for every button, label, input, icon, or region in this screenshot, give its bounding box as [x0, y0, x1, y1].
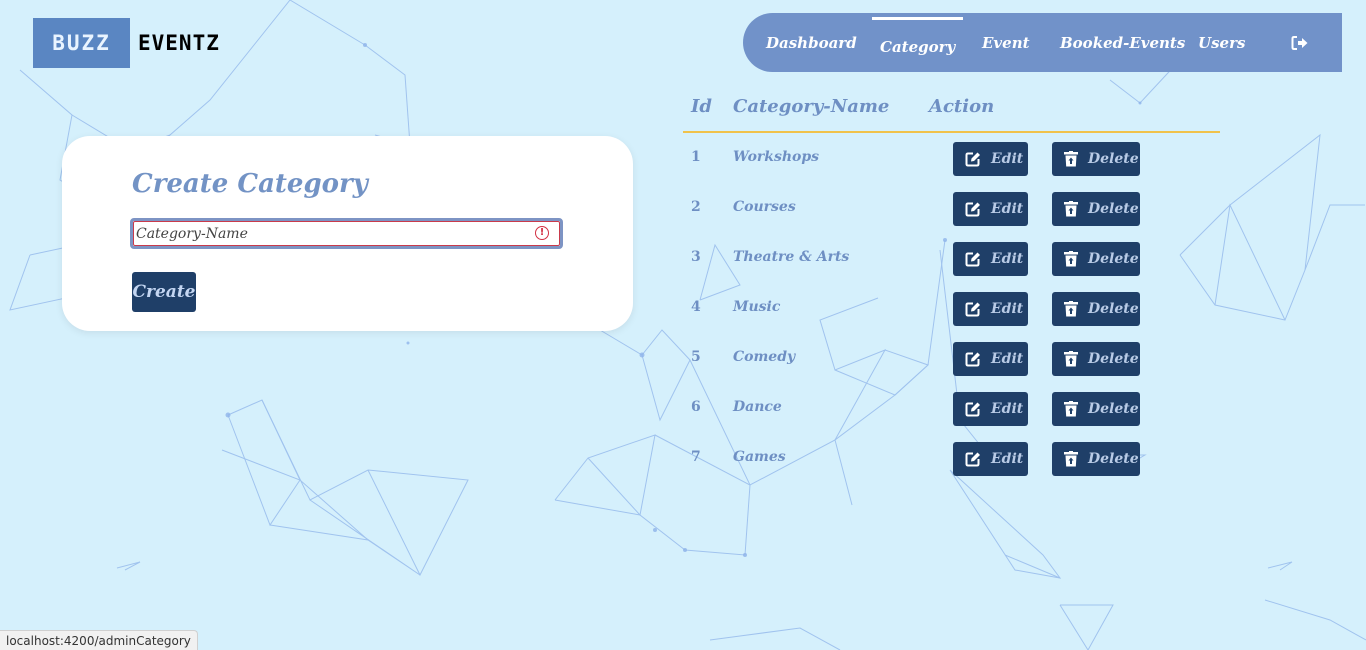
edit-icon [965, 452, 980, 467]
row-category-name: Comedy [733, 349, 796, 365]
table-header-category-name: Category-Name [733, 96, 890, 117]
edit-button-label: Edit [991, 151, 1024, 167]
delete-button-label: Delete [1088, 401, 1139, 417]
edit-button[interactable]: Edit [953, 292, 1028, 326]
brand-logo-eventz: EVENTZ [138, 31, 220, 55]
status-bar-url: localhost:4200/adminCategory [0, 630, 198, 650]
trash-icon [1064, 301, 1078, 317]
delete-button[interactable]: Delete [1052, 392, 1140, 426]
brand-logo[interactable]: BUZZ EVENTZ [33, 18, 220, 68]
edit-button[interactable]: Edit [953, 442, 1028, 476]
row-id: 6 [691, 399, 701, 415]
row-category-name: Music [733, 299, 781, 315]
exclamation-circle-icon: ! [535, 226, 549, 240]
row-id: 3 [691, 249, 701, 265]
edit-icon [965, 352, 980, 367]
table-row: 4 Music Edit Delete [0, 292, 1366, 326]
delete-button[interactable]: Delete [1052, 292, 1140, 326]
edit-icon [965, 302, 980, 317]
delete-button-label: Delete [1088, 301, 1139, 317]
edit-button[interactable]: Edit [953, 342, 1028, 376]
table-row: 7 Games Edit Delete [0, 442, 1366, 476]
trash-icon [1064, 451, 1078, 467]
edit-icon [965, 402, 980, 417]
delete-button[interactable]: Delete [1052, 142, 1140, 176]
table-header-divider [683, 131, 1220, 133]
edit-button[interactable]: Edit [953, 242, 1028, 276]
nav-item-users[interactable]: Users [1198, 13, 1245, 72]
logout-button[interactable] [1291, 13, 1309, 72]
delete-button-label: Delete [1088, 451, 1139, 467]
edit-button-label: Edit [991, 351, 1024, 367]
row-id: 5 [691, 349, 701, 365]
table-header-action: Action [929, 96, 995, 117]
edit-button-label: Edit [991, 301, 1024, 317]
nav-item-booked-events[interactable]: Booked-Events [1060, 13, 1185, 72]
row-category-name: Dance [733, 399, 782, 415]
nav-item-category[interactable]: Category [871, 17, 964, 76]
delete-button[interactable]: Delete [1052, 442, 1140, 476]
row-category-name: Games [733, 449, 786, 465]
trash-icon [1064, 351, 1078, 367]
table-header-id: Id [691, 96, 713, 117]
delete-button-label: Delete [1088, 251, 1139, 267]
edit-icon [965, 252, 980, 267]
sign-out-icon [1291, 35, 1308, 50]
brand-logo-buzz: BUZZ [33, 18, 130, 68]
nav-item-dashboard[interactable]: Dashboard [766, 13, 857, 72]
edit-button[interactable]: Edit [953, 192, 1028, 226]
delete-button[interactable]: Delete [1052, 242, 1140, 276]
edit-button-label: Edit [991, 251, 1024, 267]
trash-icon [1064, 401, 1078, 417]
trash-icon [1064, 201, 1078, 217]
table-row: 2 Courses Edit Delete [0, 192, 1366, 226]
row-category-name: Courses [733, 199, 796, 215]
row-id: 4 [691, 299, 701, 315]
trash-icon [1064, 251, 1078, 267]
table-row: 3 Theatre & Arts Edit Delete [0, 242, 1366, 276]
edit-button-label: Edit [991, 201, 1024, 217]
main-navbar: Dashboard Category Event Booked-Events U… [743, 13, 1342, 72]
edit-button-label: Edit [991, 451, 1024, 467]
edit-button-label: Edit [991, 401, 1024, 417]
row-category-name: Workshops [733, 149, 820, 165]
delete-button-label: Delete [1088, 351, 1139, 367]
row-id: 1 [691, 149, 701, 165]
delete-button[interactable]: Delete [1052, 192, 1140, 226]
edit-icon [965, 202, 980, 217]
trash-icon [1064, 151, 1078, 167]
delete-button-label: Delete [1088, 151, 1139, 167]
table-row: 5 Comedy Edit Delete [0, 342, 1366, 376]
edit-icon [965, 152, 980, 167]
table-row: 1 Workshops Edit Delete [0, 142, 1366, 176]
delete-button[interactable]: Delete [1052, 342, 1140, 376]
row-id: 2 [691, 199, 701, 215]
row-id: 7 [691, 449, 701, 465]
nav-item-event[interactable]: Event [982, 13, 1030, 72]
edit-button[interactable]: Edit [953, 142, 1028, 176]
edit-button[interactable]: Edit [953, 392, 1028, 426]
table-row: 6 Dance Edit Delete [0, 392, 1366, 426]
delete-button-label: Delete [1088, 201, 1139, 217]
row-category-name: Theatre & Arts [733, 249, 850, 265]
